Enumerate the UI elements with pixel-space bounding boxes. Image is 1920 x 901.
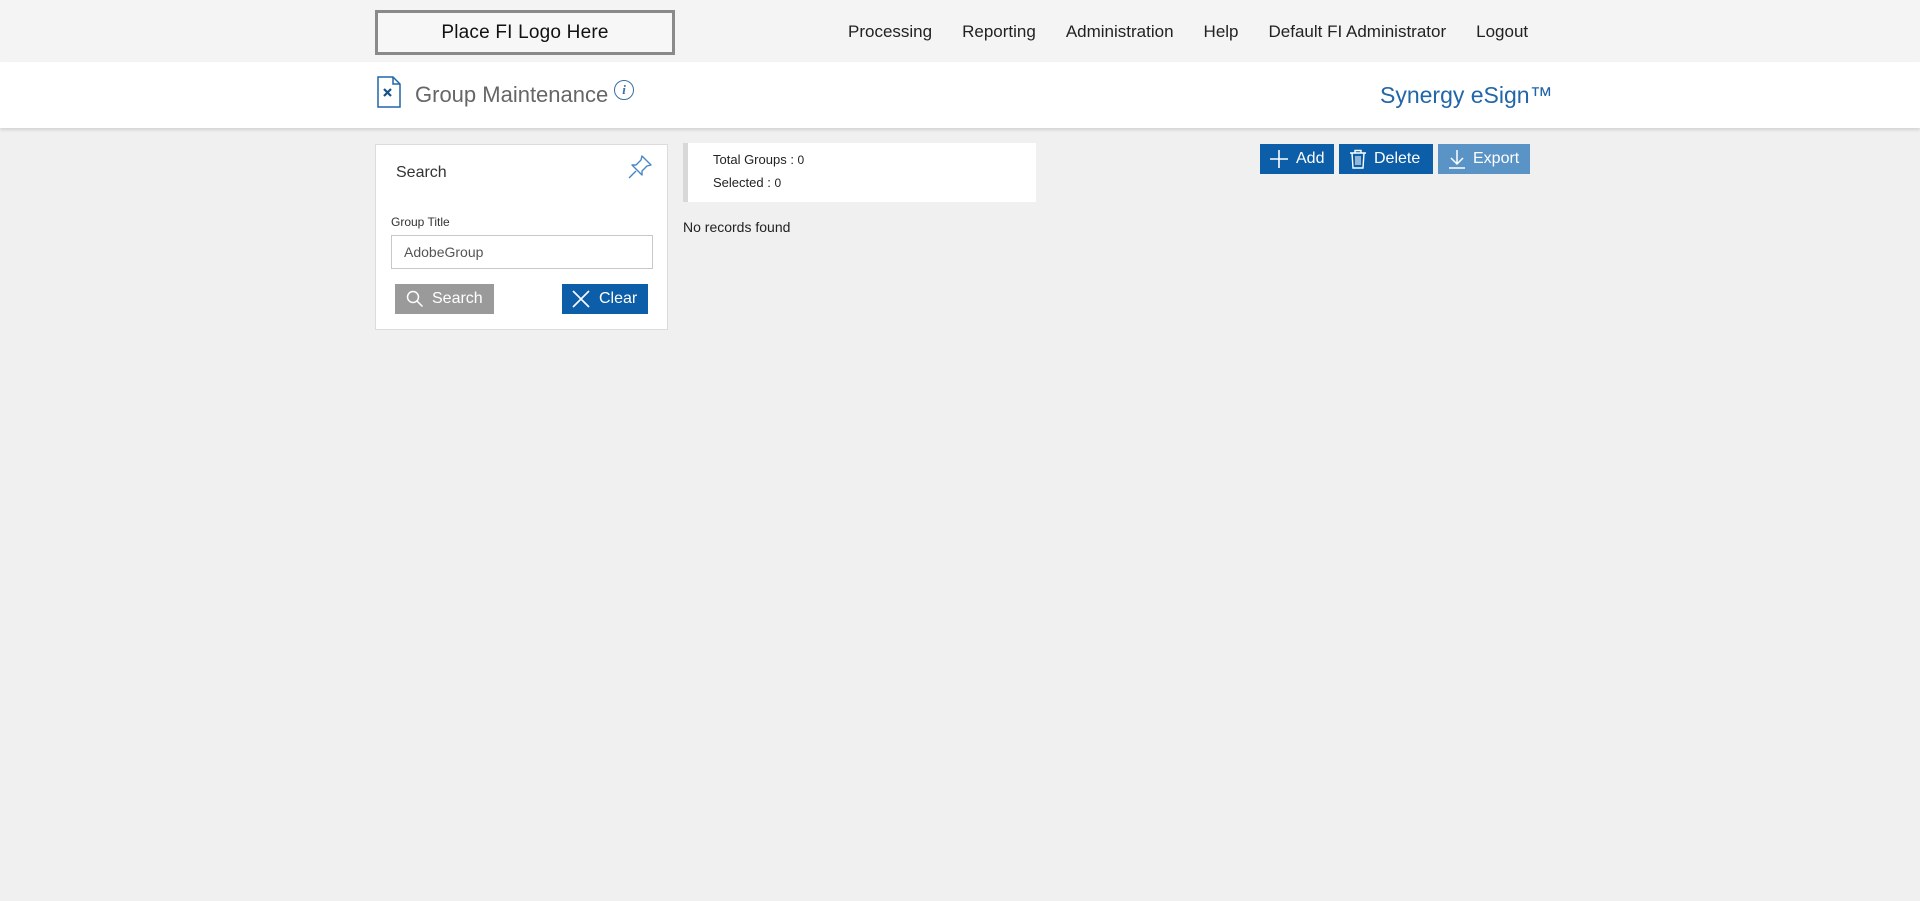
page-title: Group Maintenance — [415, 82, 609, 107]
plus-icon — [1270, 150, 1288, 168]
info-icon[interactable]: i — [614, 80, 634, 100]
search-icon — [406, 290, 424, 308]
clear-button-label: Clear — [599, 290, 638, 307]
group-title-input[interactable] — [391, 235, 653, 269]
nav-administration[interactable]: Administration — [1066, 22, 1174, 42]
add-button-label: Add — [1296, 150, 1325, 167]
delete-button[interactable]: Delete — [1339, 144, 1433, 174]
total-groups-label: Total Groups : — [713, 152, 798, 167]
main-nav: Processing Reporting Administration Help… — [848, 22, 1528, 42]
selected-count: 0 — [774, 176, 782, 190]
group-stats-summary: Total Groups : 0 Selected : 0 — [683, 143, 1036, 202]
group-title-label: Group Title — [391, 215, 450, 229]
selected-row: Selected : 0 — [713, 175, 781, 190]
export-button-label: Export — [1473, 150, 1520, 167]
nav-processing[interactable]: Processing — [848, 22, 932, 42]
brand-name: Synergy eSign™ — [1380, 82, 1553, 108]
close-icon — [572, 290, 590, 308]
search-button-label: Search — [432, 290, 483, 307]
add-button[interactable]: Add — [1260, 144, 1334, 174]
total-groups-count: 0 — [797, 153, 805, 167]
trash-icon — [1350, 149, 1366, 169]
top-navigation-bar: Place FI Logo Here Processing Reporting … — [0, 0, 1920, 62]
delete-button-label: Delete — [1374, 150, 1421, 167]
export-button[interactable]: Export — [1438, 144, 1530, 174]
search-button[interactable]: Search — [395, 284, 494, 314]
nav-help[interactable]: Help — [1204, 22, 1239, 42]
download-icon — [1449, 150, 1465, 169]
nav-user-menu[interactable]: Default FI Administrator — [1269, 22, 1447, 42]
clear-button[interactable]: Clear — [562, 284, 648, 314]
selected-label: Selected : — [713, 175, 775, 190]
nav-logout[interactable]: Logout — [1476, 22, 1528, 42]
empty-results-message: No records found — [683, 219, 791, 235]
search-panel: Search Group Title Search Clear — [375, 144, 668, 330]
title-bar: Group Maintenance i Synergy eSign™ — [0, 62, 1920, 128]
search-panel-title: Search — [396, 164, 447, 181]
total-groups-row: Total Groups : 0 — [713, 152, 804, 167]
pin-icon[interactable] — [626, 153, 654, 181]
document-icon — [377, 76, 401, 108]
logo-placeholder: Place FI Logo Here — [375, 10, 675, 55]
nav-reporting[interactable]: Reporting — [962, 22, 1036, 42]
